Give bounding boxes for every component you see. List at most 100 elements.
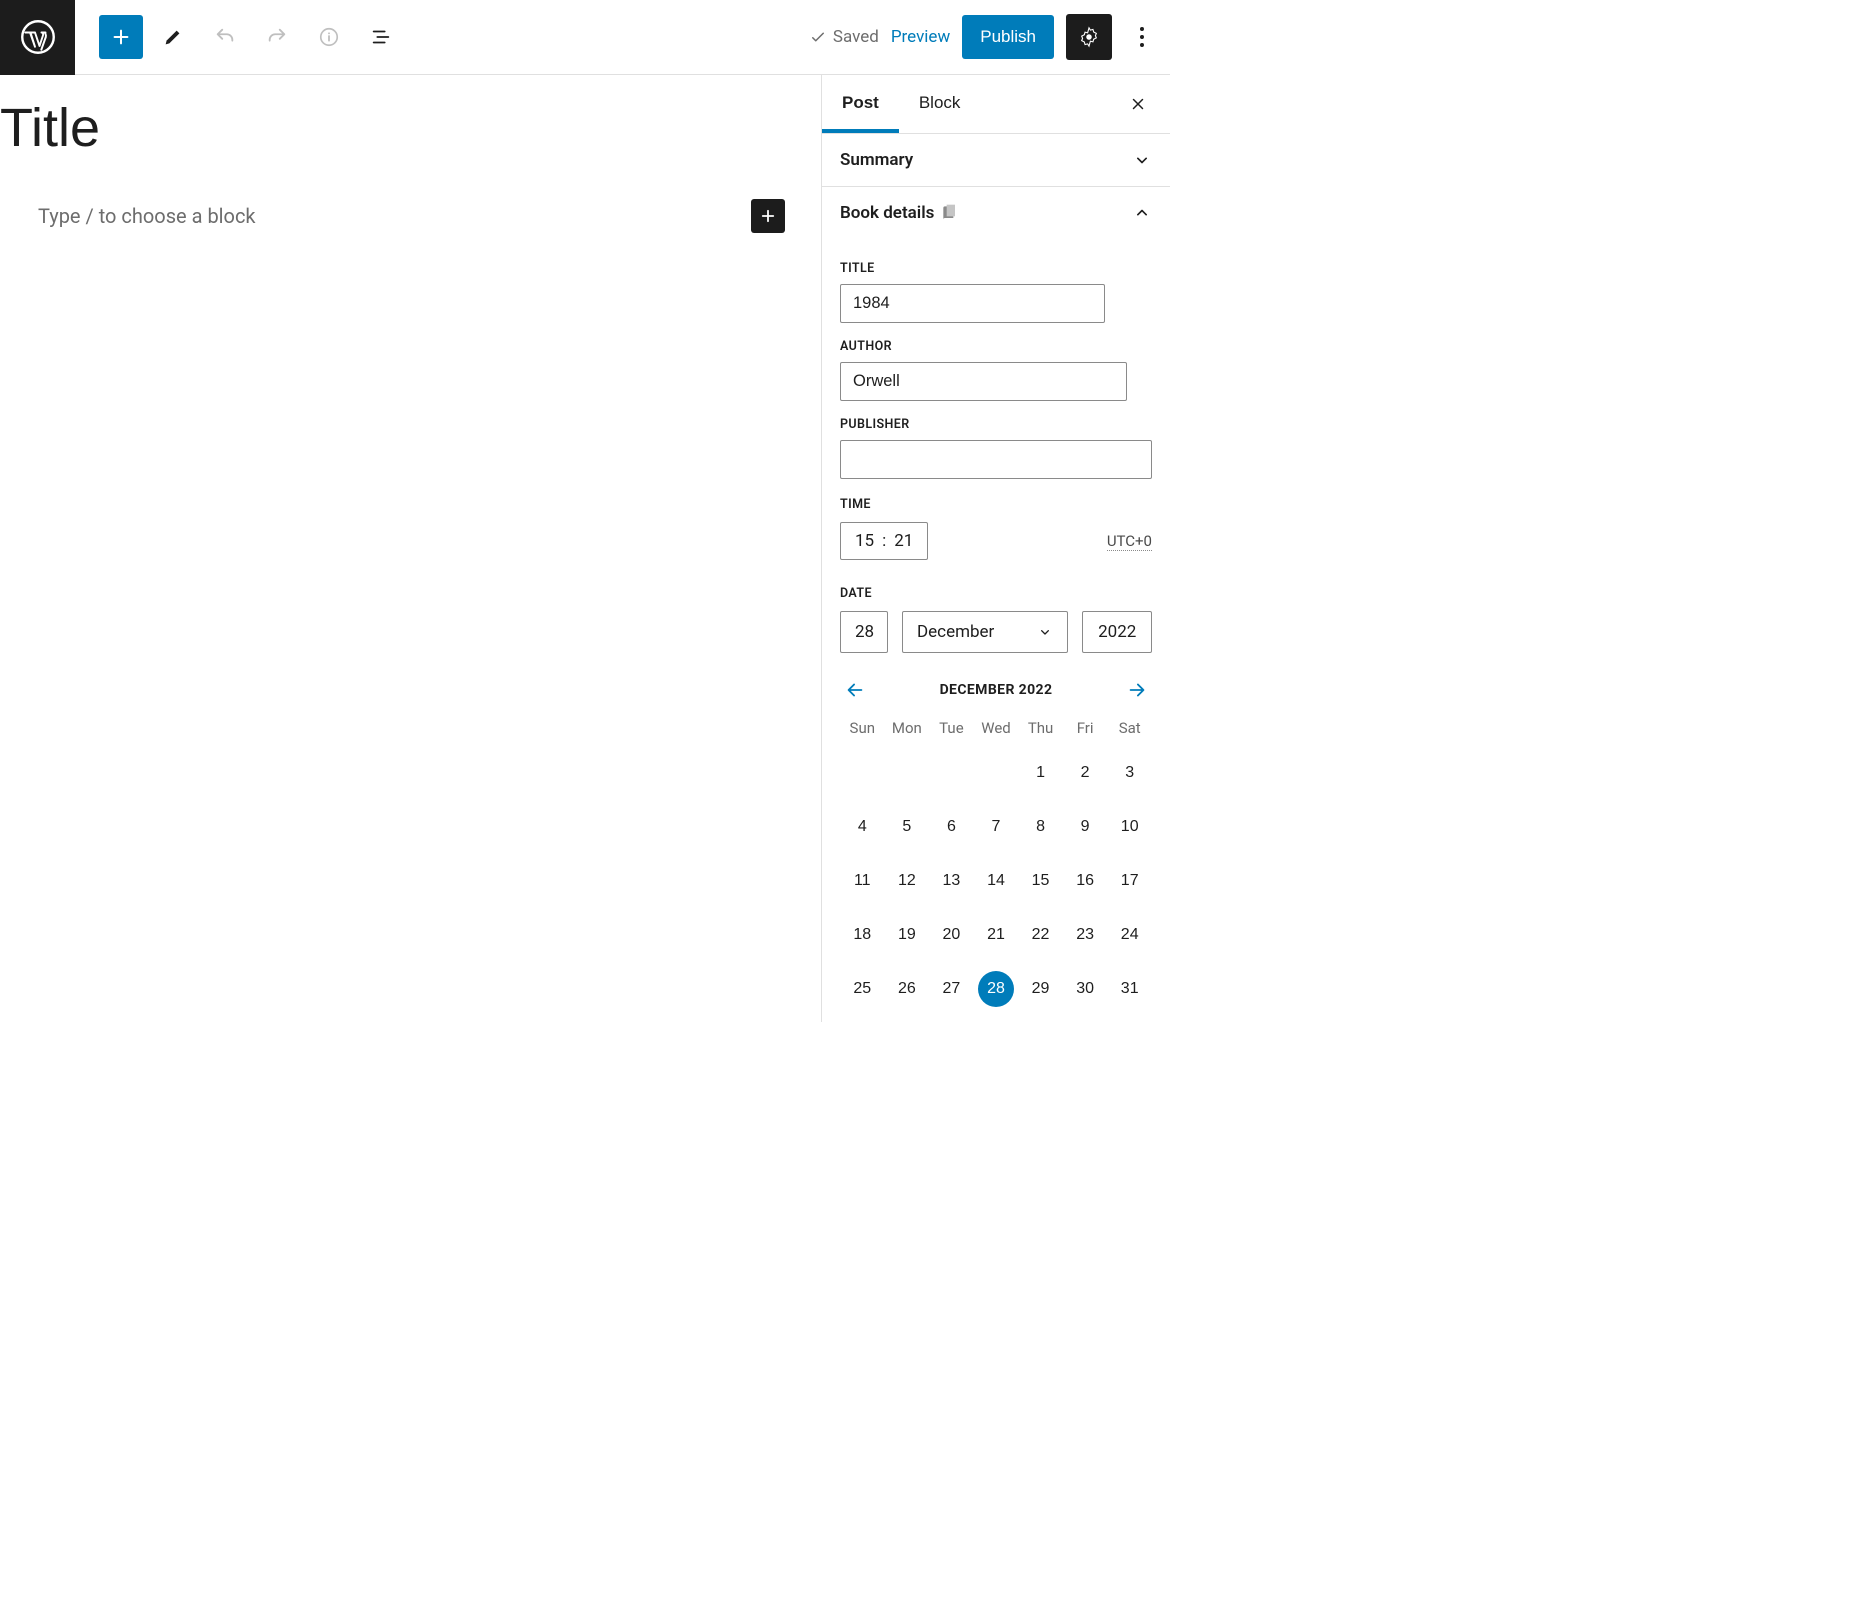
close-sidebar-button[interactable] [1118,84,1158,124]
plus-icon [110,26,132,48]
saved-indicator: Saved [809,27,879,47]
calendar-day[interactable]: 31 [1112,971,1148,1007]
block-placeholder[interactable]: Type / to choose a block [38,204,256,228]
calendar-day[interactable]: 3 [1112,755,1148,791]
book-author-label: AUTHOR [840,339,1152,354]
book-title-input[interactable] [840,284,1105,323]
block-inserter-row: Type / to choose a block [0,171,821,233]
calendar-weekday: Fri [1063,719,1108,737]
calendar-day[interactable]: 14 [978,863,1014,899]
calendar-day[interactable]: 30 [1067,971,1103,1007]
calendar-day[interactable]: 26 [889,971,925,1007]
calendar-day[interactable]: 13 [933,863,969,899]
pencil-icon [162,26,184,48]
more-vertical-icon [1139,26,1145,48]
arrow-left-icon [844,679,866,701]
book-author-input[interactable] [840,362,1127,401]
book-publisher-input[interactable] [840,440,1152,479]
editor-area: Type / to choose a block [0,75,821,1022]
saved-label: Saved [833,27,879,47]
info-button[interactable] [307,15,351,59]
calendar-day[interactable]: 27 [933,971,969,1007]
tab-post[interactable]: Post [822,75,899,133]
tab-block[interactable]: Block [899,75,981,133]
calendar-day[interactable]: 28 [978,971,1014,1007]
undo-button[interactable] [203,15,247,59]
calendar-day[interactable]: 25 [844,971,880,1007]
panel-book-details-body: TITLE AUTHOR PUBLISHER TIME 15 : 21 UTC+… [822,239,1170,1025]
inline-add-block-button[interactable] [751,199,785,233]
chevron-up-icon [1132,203,1152,223]
redo-icon [266,26,288,48]
calendar-weekday: Thu [1018,719,1063,737]
calendar-day[interactable]: 6 [933,809,969,845]
settings-button[interactable] [1066,14,1112,60]
sidebar-tabs: Post Block [822,75,1170,134]
outline-icon [370,26,392,48]
settings-sidebar: Post Block Summary Book details TITLE [821,75,1170,1022]
time-input[interactable]: 15 : 21 [840,522,928,560]
outline-button[interactable] [359,15,403,59]
calendar-day[interactable]: 23 [1067,917,1103,953]
calendar-day[interactable]: 18 [844,917,880,953]
panel-book-details-header[interactable]: Book details [822,187,1170,239]
calendar-prev-button[interactable] [840,675,870,705]
preview-link[interactable]: Preview [891,27,950,47]
calendar-weekday: Tue [929,719,974,737]
calendar-day[interactable]: 8 [1023,809,1059,845]
calendar-day[interactable]: 10 [1112,809,1148,845]
time-sep: : [882,531,886,551]
calendar-day[interactable]: 1 [1023,755,1059,791]
chevron-down-icon [1132,150,1152,170]
timezone[interactable]: UTC+0 [1107,532,1152,551]
main: Type / to choose a block Post Block Summ… [0,75,1170,1022]
redo-button[interactable] [255,15,299,59]
date-month-value: December [917,622,994,642]
calendar-day[interactable]: 7 [978,809,1014,845]
book-date-label: DATE [840,586,1152,601]
calendar-day[interactable]: 11 [844,863,880,899]
calendar-day[interactable]: 15 [1023,863,1059,899]
calendar-next-button[interactable] [1122,675,1152,705]
calendar-day[interactable]: 5 [889,809,925,845]
calendar-day[interactable]: 17 [1112,863,1148,899]
calendar-day[interactable]: 20 [933,917,969,953]
panel-summary-header[interactable]: Summary [822,134,1170,187]
info-icon [318,26,340,48]
check-icon [809,28,827,46]
calendar-day[interactable]: 2 [1067,755,1103,791]
wordpress-logo[interactable] [0,0,75,75]
calendar-day[interactable]: 4 [844,809,880,845]
publish-button[interactable]: Publish [962,15,1054,59]
undo-icon [214,26,236,48]
add-block-toolbar-button[interactable] [99,15,143,59]
calendar-weekday: Sat [1107,719,1152,737]
chevron-down-icon [1037,624,1053,640]
date-day-input[interactable]: 28 [840,611,888,653]
calendar-day[interactable]: 21 [978,917,1014,953]
book-title-label: TITLE [840,261,1152,276]
post-title-input[interactable] [0,93,821,171]
calendar-day[interactable]: 19 [889,917,925,953]
calendar-day[interactable]: 29 [1023,971,1059,1007]
wordpress-icon [20,19,56,55]
calendar-day[interactable]: 12 [889,863,925,899]
date-year-input[interactable]: 2022 [1082,611,1152,653]
calendar-nav: DECEMBER 2022 [840,675,1152,705]
edit-mode-button[interactable] [151,15,195,59]
date-row: 28 December 2022 [840,611,1152,653]
more-options-button[interactable] [1124,15,1160,59]
time-hours: 15 [855,531,874,551]
calendar-day[interactable]: 9 [1067,809,1103,845]
calendar-day[interactable]: 24 [1112,917,1148,953]
close-icon [1129,95,1147,113]
calendar-day[interactable]: 22 [1023,917,1059,953]
date-month-select[interactable]: December [902,611,1068,653]
calendar-weekday: Sun [840,719,885,737]
calendar-day[interactable]: 16 [1067,863,1103,899]
book-publisher-label: PUBLISHER [840,417,1152,432]
calendar-weekday: Mon [885,719,930,737]
book-icon [940,203,960,223]
book-time-label: TIME [840,497,1152,512]
toolbar-left [75,15,403,59]
